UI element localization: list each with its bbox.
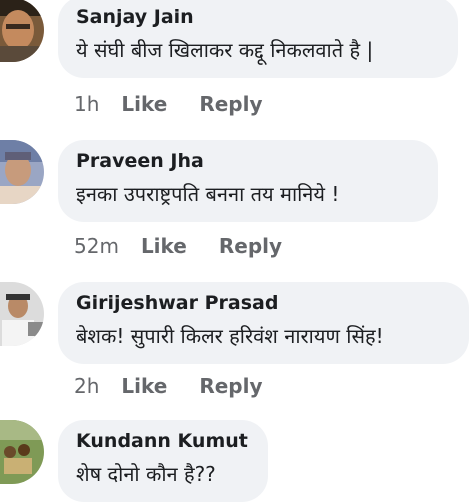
comment-author[interactable]: Praveen Jha <box>76 150 204 172</box>
comment-actions: 2h Like Reply <box>74 374 263 398</box>
reply-button[interactable]: Reply <box>199 374 262 398</box>
comment-text: बेशक! सुपारी किलर हरिवंश नारायण सिंह! <box>76 324 384 348</box>
comment-author[interactable]: Kundann Kumut <box>76 430 248 452</box>
comment-bubble: Sanjay Jain ये संघी बीज खिलाकर कद्दू निक… <box>58 0 458 78</box>
comment-author[interactable]: Girijeshwar Prasad <box>76 292 278 314</box>
comment-author[interactable]: Sanjay Jain <box>76 6 194 28</box>
comment-text: ये संघी बीज खिलाकर कद्दू निकलवाते है | <box>76 38 374 62</box>
avatar[interactable] <box>0 282 44 346</box>
like-button[interactable]: Like <box>121 92 167 116</box>
like-button[interactable]: Like <box>121 374 167 398</box>
comment-actions: 1h Like Reply <box>74 92 263 116</box>
reply-button[interactable]: Reply <box>219 234 282 258</box>
avatar[interactable] <box>0 140 44 204</box>
avatar[interactable] <box>0 0 44 62</box>
comment-text: इनका उपराष्ट्रपति बनना तय मानिये ! <box>76 182 340 206</box>
comment-timestamp[interactable]: 2h <box>74 374 99 398</box>
comment-timestamp[interactable]: 52m <box>74 234 119 258</box>
comment-timestamp[interactable]: 1h <box>74 92 99 116</box>
like-button[interactable]: Like <box>141 234 187 258</box>
reply-button[interactable]: Reply <box>199 92 262 116</box>
comment-text: शेष दोनो कौन है?? <box>76 462 216 486</box>
comment-actions: 52m Like Reply <box>74 234 282 258</box>
avatar[interactable] <box>0 420 44 484</box>
comment-bubble: Kundann Kumut शेष दोनो कौन है?? <box>58 420 268 502</box>
comment-bubble: Girijeshwar Prasad बेशक! सुपारी किलर हरि… <box>58 282 469 364</box>
comment-bubble: Praveen Jha इनका उपराष्ट्रपति बनना तय मा… <box>58 140 438 222</box>
